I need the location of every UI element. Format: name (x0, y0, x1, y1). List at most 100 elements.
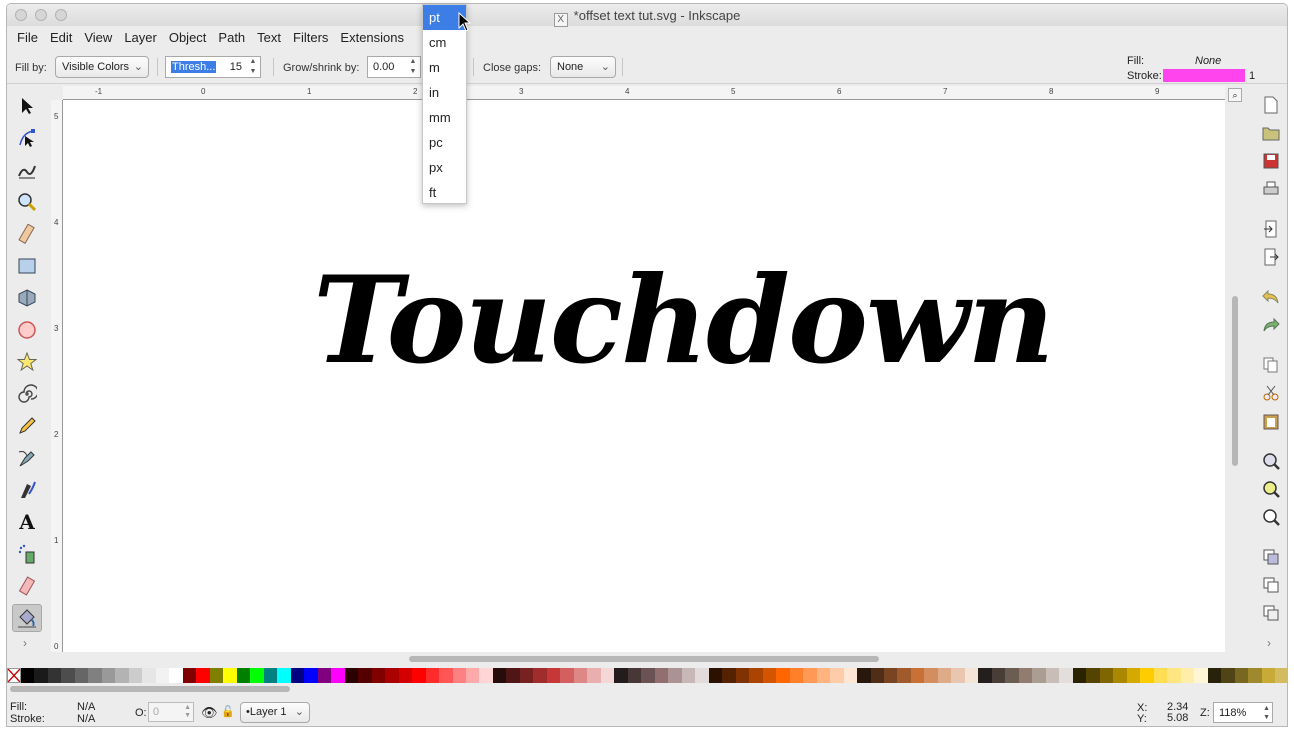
palette-swatch[interactable] (1140, 668, 1154, 683)
palette-swatch[interactable] (1180, 668, 1195, 683)
palette-swatch[interactable] (641, 668, 655, 683)
palette-swatch[interactable] (74, 668, 89, 683)
close-gaps-select[interactable]: None ⌄ (550, 56, 616, 78)
palette-scroll-thumb[interactable] (10, 686, 290, 692)
palette-swatch[interactable] (128, 668, 143, 683)
opacity-spinbox[interactable]: 0 ▲ ▼ (148, 702, 194, 722)
palette-swatch[interactable] (708, 668, 723, 683)
eraser-tool[interactable] (12, 572, 42, 600)
palette-swatch[interactable] (88, 668, 102, 683)
zoom-tool[interactable] (12, 188, 42, 216)
palette-swatch[interactable] (169, 668, 183, 683)
pen-tool[interactable] (12, 444, 42, 472)
palette-swatch[interactable] (830, 668, 844, 683)
palette-swatch[interactable] (115, 668, 129, 683)
palette-swatch[interactable] (587, 668, 601, 683)
palette-swatch[interactable] (47, 668, 62, 683)
palette-swatch[interactable] (492, 668, 507, 683)
spin-arrows-icon[interactable]: ▲ ▼ (1263, 704, 1270, 722)
spiral-tool[interactable] (12, 380, 42, 408)
palette-swatch[interactable] (398, 668, 413, 683)
unit-option-ft[interactable]: ft (423, 180, 466, 205)
palette-swatch[interactable] (964, 668, 979, 683)
menu-edit[interactable]: Edit (44, 26, 78, 48)
unit-option-pc[interactable]: pc (423, 130, 466, 155)
unit-option-in[interactable]: in (423, 80, 466, 105)
palette-swatch[interactable] (385, 668, 399, 683)
stroke-swatch[interactable] (1163, 69, 1245, 82)
palette-swatch[interactable] (61, 668, 75, 683)
zoom-selection-button[interactable] (1260, 450, 1282, 472)
palette-swatch[interactable] (870, 668, 884, 683)
palette-swatch[interactable] (803, 668, 817, 683)
palette-swatch[interactable] (34, 668, 48, 683)
print-button[interactable] (1260, 178, 1282, 200)
unit-option-mm[interactable]: mm (423, 105, 466, 130)
clone-button[interactable] (1260, 574, 1282, 596)
cut-button[interactable] (1260, 382, 1282, 404)
menu-layer[interactable]: Layer (118, 26, 163, 48)
new-document-button[interactable] (1260, 94, 1282, 116)
unit-option-px[interactable]: px (423, 155, 466, 180)
palette-swatch[interactable] (519, 668, 534, 683)
palette-swatch[interactable] (1072, 668, 1087, 683)
palette-swatch[interactable] (101, 668, 116, 683)
spin-arrows-icon[interactable]: ▲ ▼ (184, 704, 191, 720)
redo-button[interactable] (1260, 314, 1282, 336)
palette-swatch[interactable] (1126, 668, 1141, 683)
palette-swatch[interactable] (358, 668, 372, 683)
palette-swatch[interactable] (1032, 668, 1046, 683)
palette-swatch[interactable] (1113, 668, 1127, 683)
text-tool[interactable]: A (12, 508, 42, 536)
threshold-spinbox[interactable]: Thresh... 15 ▲ ▼ (165, 56, 261, 78)
palette-swatch[interactable] (263, 668, 278, 683)
palette-swatch[interactable] (277, 668, 291, 683)
palette-swatch[interactable] (789, 668, 804, 683)
palette-swatch[interactable] (1153, 668, 1168, 683)
save-button[interactable] (1260, 150, 1282, 172)
menu-filters[interactable]: Filters (287, 26, 334, 48)
palette-swatch[interactable] (978, 668, 992, 683)
palette-swatch[interactable] (1045, 668, 1060, 683)
palette-swatch[interactable] (1005, 668, 1019, 683)
palette-swatch[interactable] (533, 668, 547, 683)
palette-swatch[interactable] (843, 668, 858, 683)
unit-option-m[interactable]: m (423, 55, 466, 80)
palette-swatch[interactable] (155, 668, 170, 683)
palette-swatch[interactable] (223, 668, 237, 683)
palette-swatch[interactable] (749, 668, 763, 683)
palette-swatch[interactable] (317, 668, 332, 683)
rect-tool[interactable] (12, 252, 42, 280)
undo-button[interactable] (1260, 286, 1282, 308)
palette-swatch[interactable] (1234, 668, 1249, 683)
palette-swatch[interactable] (236, 668, 251, 683)
palette-swatch[interactable] (479, 668, 493, 683)
palette-swatch[interactable] (722, 668, 736, 683)
palette-swatch[interactable] (142, 668, 156, 683)
palette-swatch[interactable] (412, 668, 426, 683)
palette-swatch[interactable] (991, 668, 1006, 683)
copy-button[interactable] (1260, 354, 1282, 376)
palette-swatch[interactable] (465, 668, 480, 683)
vertical-scrollbar[interactable]: ⌕ (1225, 86, 1245, 652)
import-button[interactable] (1260, 218, 1282, 240)
palette-swatch[interactable] (614, 668, 628, 683)
palette-swatch[interactable] (304, 668, 318, 683)
palette-swatch[interactable] (816, 668, 831, 683)
palette-swatch[interactable] (560, 668, 574, 683)
box3d-tool[interactable] (12, 284, 42, 312)
menu-object[interactable]: Object (163, 26, 213, 48)
ellipse-tool[interactable] (12, 316, 42, 344)
palette-swatch[interactable] (910, 668, 925, 683)
selector-tool[interactable] (12, 92, 42, 120)
palette-swatch[interactable] (506, 668, 520, 683)
palette-swatch[interactable] (425, 668, 440, 683)
palette-swatch[interactable] (1261, 668, 1276, 683)
palette-swatch[interactable] (681, 668, 696, 683)
palette-swatch[interactable] (924, 668, 938, 683)
palette-swatch[interactable] (762, 668, 777, 683)
menu-view[interactable]: View (78, 26, 118, 48)
palette-swatch[interactable] (668, 668, 682, 683)
duplicate-button[interactable] (1260, 546, 1282, 568)
palette-swatch[interactable] (695, 668, 709, 683)
